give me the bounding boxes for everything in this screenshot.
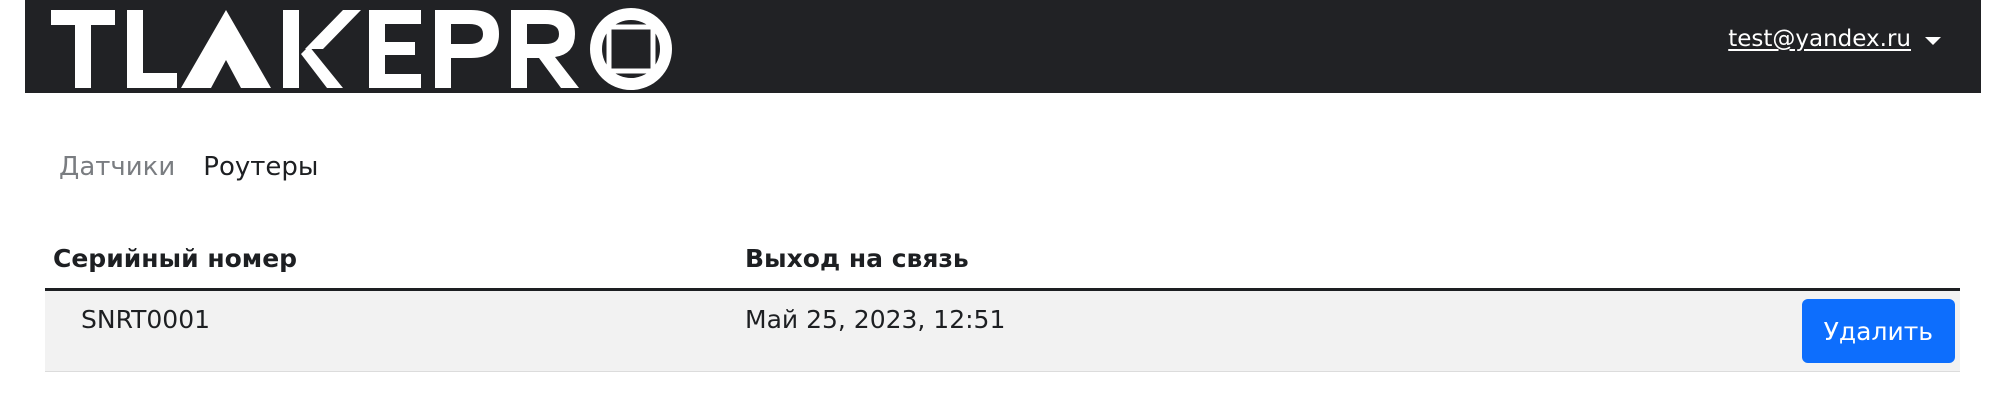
column-header-last-seen: Выход на связь	[745, 244, 969, 273]
user-email-link[interactable]: test@yandex.ru	[1728, 26, 1911, 52]
table-header: Серийный номер Выход на связь	[45, 240, 1960, 291]
caret-down-icon[interactable]	[1925, 37, 1941, 45]
table-row: SNRT0001 Май 25, 2023, 12:51 Удалить	[45, 291, 1960, 372]
brand-logo[interactable]	[51, 2, 681, 92]
column-header-serial: Серийный номер	[53, 244, 298, 273]
device-tabs: Датчики Роутеры	[59, 152, 318, 182]
routers-table: Серийный номер Выход на связь SNRT0001 М…	[45, 240, 1960, 372]
user-menu-toggle[interactable]: test@yandex.ru	[1728, 26, 1941, 52]
tab-sensors[interactable]: Датчики	[59, 152, 175, 182]
last-seen-cell: Май 25, 2023, 12:51	[745, 305, 1006, 334]
tab-routers[interactable]: Роутеры	[203, 152, 318, 182]
top-navbar: test@yandex.ru	[25, 0, 1981, 93]
delete-button[interactable]: Удалить	[1801, 299, 1955, 363]
serial-number-cell: SNRT0001	[81, 305, 211, 334]
page: test@yandex.ru Датчики Роутеры Серийный …	[0, 0, 1999, 415]
